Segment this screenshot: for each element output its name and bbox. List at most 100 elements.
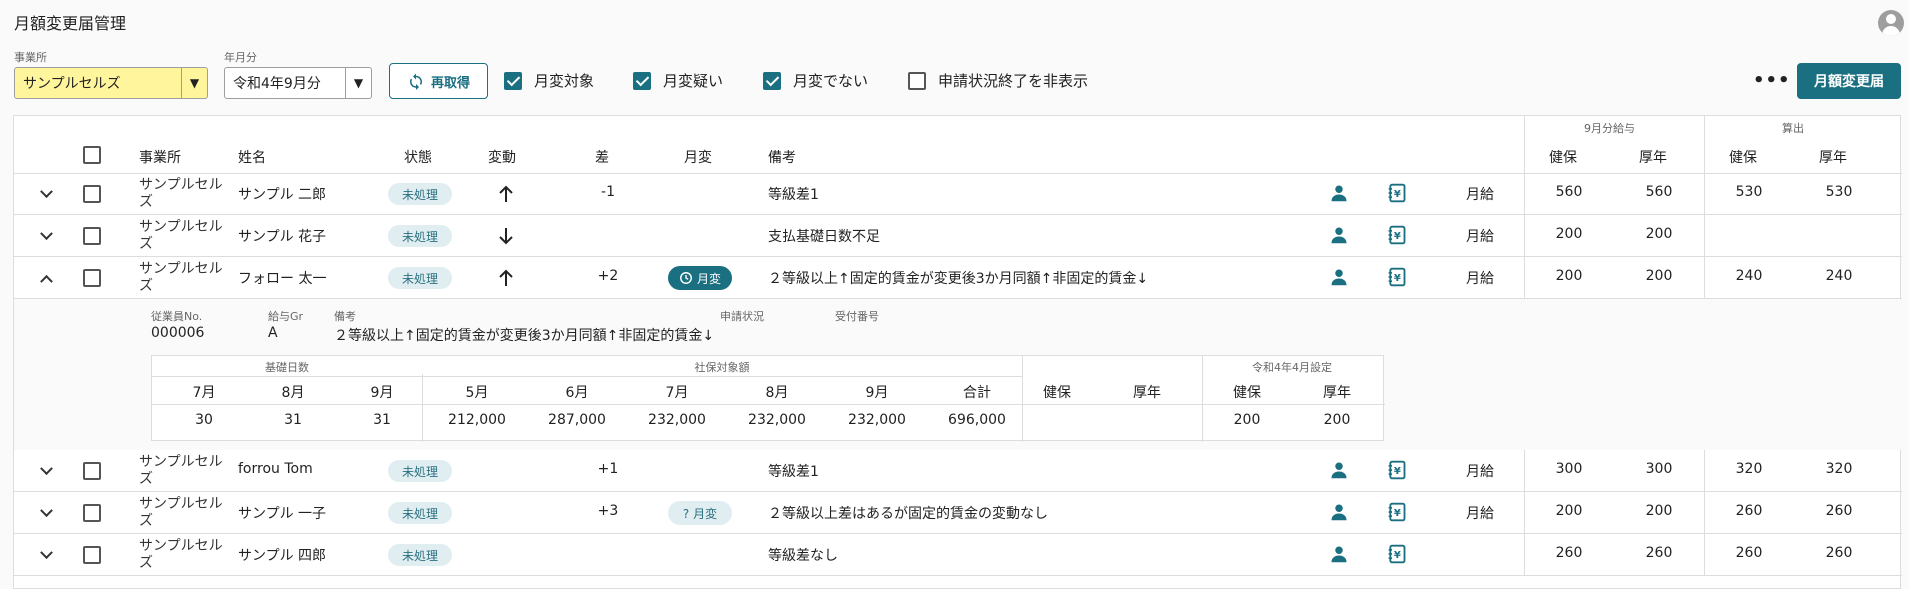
checkbox[interactable] <box>504 71 522 90</box>
detail-summary-table: 基礎日数 社保対象額 令和4年4月設定 7月 30 8月 31 9月 31 5月 212,000 6月… <box>151 355 1385 442</box>
salary-kounen: 560 <box>1645 184 1673 200</box>
expand-chevron-icon[interactable] <box>39 506 53 520</box>
getsuhen-badge: ? 月変 <box>668 501 732 525</box>
month-filter-label: 年月分 <box>224 51 257 64</box>
office-filter-label: 事業所 <box>14 51 47 64</box>
r0-kounen-header: 厚年 <box>1133 385 1161 401</box>
col-getsuhen: 月変 <box>684 150 712 166</box>
filter-getsuhen-target[interactable]: 月変対象 <box>504 70 594 91</box>
checkbox-label: 月変疑い <box>663 72 724 90</box>
r4-kenpo-value: 200 <box>1233 412 1261 428</box>
pay-month-header: 8月 <box>765 385 789 401</box>
table-row[interactable]: サンプルセルズ forrou Tom 未処理 +1 等級差1 ¥ 月給 300 300 320 32… <box>14 450 1902 492</box>
row-office: サンプルセルズ <box>139 454 223 487</box>
days-group-header: 基礎日数 <box>265 361 309 374</box>
row-office: サンプルセルズ <box>139 219 223 252</box>
pay-value: 696,000 <box>948 412 1006 428</box>
month-select[interactable]: 令和4年9月分 ▼ <box>224 67 372 99</box>
row-checkbox[interactable] <box>83 185 101 203</box>
pay-value: 232,000 <box>648 412 706 428</box>
person-icon[interactable] <box>1330 226 1348 244</box>
pay-month-header: 7月 <box>665 385 689 401</box>
col-name: 姓名 <box>238 150 266 166</box>
status-badge: 未処理 <box>388 502 452 524</box>
table-row[interactable]: サンプルセルズ サンプル 四郎 未処理 等級差なし ¥260 260 260 260 <box>14 534 1902 576</box>
arrow-up-icon <box>498 269 514 287</box>
row-pay-type: 月給 <box>1466 506 1494 522</box>
col-diff: 差 <box>595 150 609 166</box>
yen-ledger-icon[interactable]: ¥ <box>1387 183 1406 203</box>
pay-value: 232,000 <box>848 412 906 428</box>
filter-not-getsuhen[interactable]: 月変でない <box>763 70 868 91</box>
checkbox[interactable] <box>633 71 651 90</box>
salary-kenpo: 300 <box>1555 461 1583 477</box>
salary-kounen: 260 <box>1645 545 1673 561</box>
table-row[interactable]: サンプルセルズ サンプル 一子 未処理 +3 ? 月変 ２等級以上差はあるが固定的賃金の変… <box>14 492 1902 534</box>
row-name: サンプル 二郎 <box>238 187 327 203</box>
yen-ledger-icon[interactable]: ¥ <box>1387 225 1406 245</box>
emp-no-label: 従業員No. <box>151 310 203 323</box>
table-row[interactable]: サンプルセルズ サンプル 花子 未処理 支払基礎日数不足 ¥ 月給 200 200 <box>14 215 1902 257</box>
col-calc-kenpo: 健保 <box>1729 150 1757 166</box>
row-pay-type: 月給 <box>1466 229 1494 245</box>
grade-label: 給与Gr <box>268 310 304 323</box>
row-checkbox[interactable] <box>83 462 101 480</box>
days-month-header: 9月 <box>370 385 394 401</box>
person-icon[interactable] <box>1330 503 1348 521</box>
svg-text:¥: ¥ <box>1394 273 1401 284</box>
filter-hide-finished[interactable]: 申請状況終了を非表示 <box>908 70 1088 91</box>
person-icon[interactable] <box>1330 545 1348 563</box>
person-icon[interactable] <box>1330 184 1348 202</box>
calc-kenpo: 240 <box>1735 268 1763 284</box>
checkbox[interactable] <box>763 71 781 90</box>
r4-kounen-value: 200 <box>1323 412 1351 428</box>
office-select[interactable]: サンプルセルズ ▼ <box>14 67 208 99</box>
expand-chevron-icon[interactable] <box>39 229 53 243</box>
table-row[interactable]: サンプルセルズ サンプル 二郎 未処理 -1 等級差1 ¥ 月給 560 560 530 530 <box>14 173 1902 215</box>
expand-chevron-icon[interactable] <box>39 187 53 201</box>
user-avatar-icon[interactable] <box>1878 10 1904 36</box>
expand-chevron-icon[interactable] <box>39 548 53 562</box>
arrow-down-icon <box>498 227 514 245</box>
grade-value: A <box>268 325 278 341</box>
row-checkbox[interactable] <box>83 269 101 287</box>
detail-note-label: 備考 <box>334 310 356 323</box>
collapse-chevron-icon[interactable] <box>39 271 53 285</box>
checkbox[interactable] <box>908 71 926 90</box>
filter-getsuhen-suspect[interactable]: 月変疑い <box>633 70 723 91</box>
yen-ledger-icon[interactable]: ¥ <box>1387 502 1406 522</box>
days-value: 31 <box>373 412 391 428</box>
expand-chevron-icon[interactable] <box>39 464 53 478</box>
row-checkbox[interactable] <box>83 227 101 245</box>
row-checkbox[interactable] <box>83 546 101 564</box>
submit-getsuhen-button[interactable]: 月額変更届 <box>1797 63 1901 99</box>
r4-kounen-header: 厚年 <box>1323 385 1351 401</box>
col-salary-kounen: 厚年 <box>1639 150 1667 166</box>
person-icon[interactable] <box>1330 461 1348 479</box>
salary-kounen: 200 <box>1645 268 1673 284</box>
more-menu-icon[interactable]: ••• <box>1753 70 1791 91</box>
row-name: forrou Tom <box>238 461 313 477</box>
calc-kenpo: 260 <box>1735 545 1763 561</box>
table-row[interactable]: サンプルセルズ フォロー 太一 未処理 +2 月変 ２等級以上↑固定的賃金が変更後3か月同… <box>14 257 1902 299</box>
yen-ledger-icon[interactable]: ¥ <box>1387 460 1406 480</box>
calc-kounen: 320 <box>1825 461 1853 477</box>
svg-text:¥: ¥ <box>1394 466 1401 477</box>
svg-text:¥: ¥ <box>1394 231 1401 242</box>
yen-ledger-icon[interactable]: ¥ <box>1387 267 1406 287</box>
salary-kenpo: 200 <box>1555 268 1583 284</box>
col-change: 変動 <box>488 150 516 166</box>
select-all-checkbox[interactable] <box>83 146 101 164</box>
yen-ledger-icon[interactable]: ¥ <box>1387 544 1406 564</box>
days-value: 31 <box>284 412 302 428</box>
row-note: 等級差1 <box>768 464 819 480</box>
row-checkbox[interactable] <box>83 504 101 522</box>
refresh-button[interactable]: 再取得 <box>389 63 488 99</box>
svg-text:¥: ¥ <box>1394 189 1401 200</box>
person-icon[interactable] <box>1330 268 1348 286</box>
row-pay-type: 月給 <box>1466 187 1494 203</box>
dropdown-arrow-icon: ▼ <box>181 68 207 98</box>
pay-month-header: 合計 <box>963 385 991 401</box>
status-badge: 未処理 <box>388 544 452 566</box>
row-diff: +3 <box>597 503 619 519</box>
